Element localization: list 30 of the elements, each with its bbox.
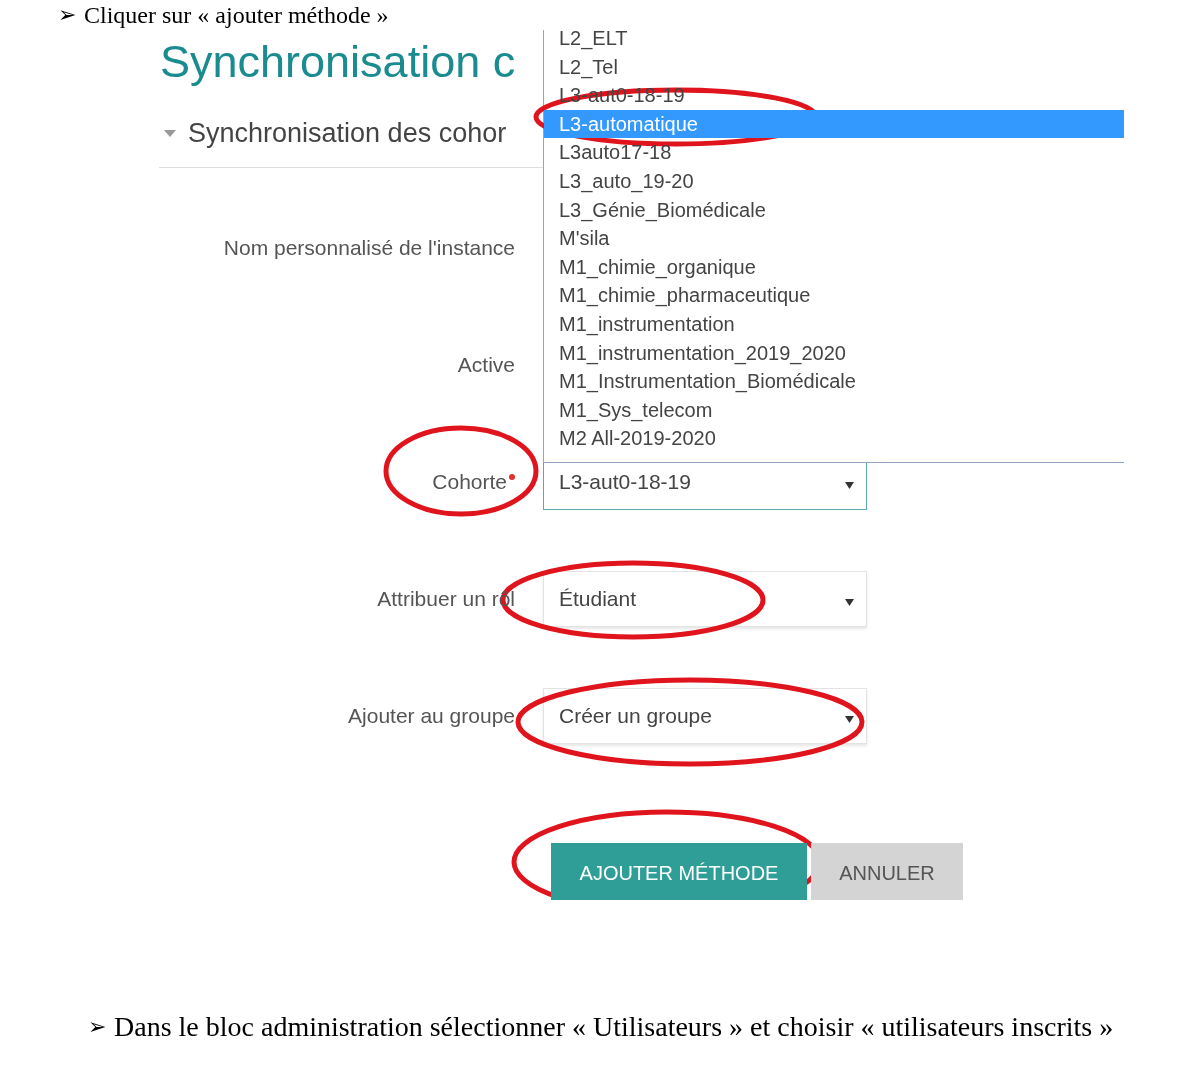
instruction-text: Cliquer sur « ajouter méthode » [84,1,390,30]
cancel-button[interactable]: ANNULER [811,843,963,900]
dropdown-option[interactable]: L3auto17-18 [544,138,1124,167]
field-label: Ajouter au groupe [347,704,515,728]
dropdown-option[interactable]: L3_auto_19-20 [544,166,1124,196]
select-field[interactable]: Créer un groupe [543,688,867,744]
field-label: Active [456,353,515,377]
bullet-marker: ➢ [88,1013,107,1041]
bullet-marker: ➢ [58,1,77,29]
dropdown-option[interactable]: M1_Instrumentation_Biomédicale [544,367,1124,396]
field-label: Cohorte [131,470,515,494]
instruction-text: Dans le bloc administration sélectionner « Utilisateurs » et choisir « utilisateurs inscrits » [114,1010,1115,1044]
dropdown-option[interactable]: L2_ELT [544,30,1124,53]
dropdown-option[interactable]: M'sila [544,224,1124,253]
dropdown-arrow-icon [845,716,854,723]
page-title: Synchronisation c [160,36,516,88]
caret-icon[interactable] [164,130,176,137]
dropdown-arrow-icon [845,482,854,489]
field-label: Nom personnalisé de l'instance [222,236,515,260]
section-heading[interactable]: Synchronisation des cohor [188,118,507,149]
dropdown-option[interactable]: M1_Sys_telecom [544,395,1124,425]
dropdown-option[interactable]: M1_instrumentation [544,309,1124,339]
dropdown-option[interactable]: M1_chimie_pharmaceutique [544,281,1124,310]
dropdown-option[interactable]: M2 All-2019-2020 [544,424,1124,453]
dropdown-option[interactable]: M1_chimie_organique [544,252,1124,282]
select-field[interactable]: Étudiant [543,571,867,627]
dropdown-option[interactable]: M1_instrumentation_2019_2020 [544,338,1124,368]
dropdown-option[interactable]: L3_Génie_Biomédicale [544,195,1124,225]
dropdown-option[interactable]: L2_Tel [544,52,1124,82]
dropdown-arrow-icon [845,599,854,606]
